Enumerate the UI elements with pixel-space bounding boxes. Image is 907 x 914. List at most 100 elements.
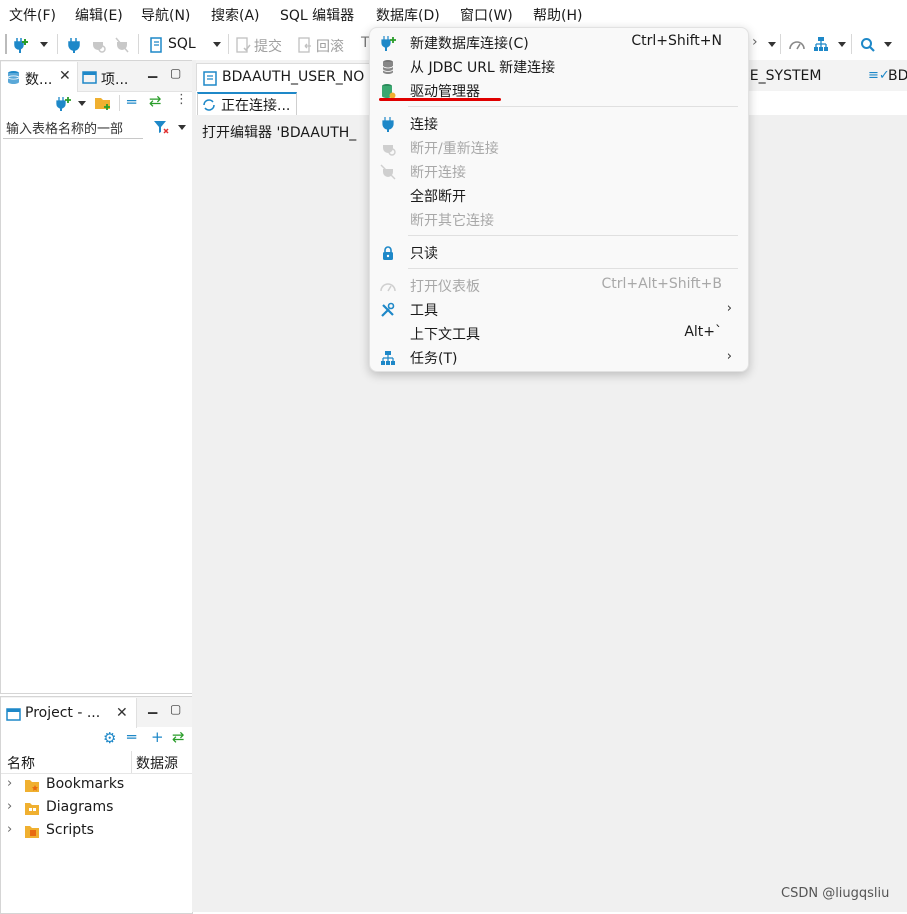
menu-item-open-dashboard[interactable]: 打开仪表板 Ctrl+Alt+Shift+B xyxy=(370,274,748,298)
disconnect-icon[interactable] xyxy=(114,36,130,54)
expand-chevron-icon[interactable]: › xyxy=(7,822,12,837)
collapse-all-icon[interactable]: ═ xyxy=(127,728,136,746)
plug-icon xyxy=(382,117,394,132)
sql-button[interactable]: SQL xyxy=(168,36,196,52)
tab-projects[interactable]: 项... xyxy=(101,69,128,89)
sync-icon xyxy=(203,99,215,111)
toolbar-overflow-icon[interactable]: › xyxy=(752,34,758,50)
new-connection-dropdown-icon[interactable] xyxy=(78,101,86,106)
menu-search[interactable]: 搜索(A) xyxy=(211,5,260,25)
rollback-icon[interactable] xyxy=(297,37,313,53)
tree-item-diagrams[interactable]: › Diagrams xyxy=(1,798,192,820)
submenu-arrow-icon: › xyxy=(726,349,732,364)
editor-tab-active[interactable]: BDAAUTH_USER_NO xyxy=(196,63,378,92)
menu-item-connect[interactable]: 连接 xyxy=(370,112,748,136)
filter-icon[interactable] xyxy=(153,119,169,135)
sql-dropdown-icon[interactable] xyxy=(213,42,221,47)
new-connection-dropdown-icon[interactable] xyxy=(40,42,48,47)
toolbar-grip xyxy=(5,34,7,54)
menu-item-label: 从 JDBC URL 新建连接 xyxy=(410,60,556,76)
menu-database[interactable]: 数据库(D) xyxy=(376,5,440,25)
subtab-connecting[interactable]: 正在连接... xyxy=(197,92,297,117)
menu-navigate[interactable]: 导航(N) xyxy=(141,5,190,25)
menu-help[interactable]: 帮助(H) xyxy=(533,5,582,25)
menu-window[interactable]: 窗口(W) xyxy=(460,5,513,25)
rollback-button[interactable]: 回滚 xyxy=(316,36,344,56)
new-connection-icon xyxy=(381,36,396,51)
database-navigator-panel: 数... ✕ 项... ▁ ▢ ═ ⇄ ⋮ 输入表格名称的一部 xyxy=(0,60,193,694)
project-icon xyxy=(6,708,21,721)
menu-item-label: 断开其它连接 xyxy=(410,213,494,229)
search-dropdown-icon[interactable] xyxy=(884,42,892,47)
column-name[interactable]: 名称 xyxy=(7,753,35,773)
menu-item-label: 只读 xyxy=(410,246,438,262)
menu-sql-editor[interactable]: SQL 编辑器 xyxy=(280,5,354,25)
menu-item-reconnect[interactable]: 断开/重新连接 xyxy=(370,136,748,160)
toolbar-dropdown-icon[interactable] xyxy=(768,42,776,47)
menu-item-label: 上下文工具 xyxy=(410,327,480,343)
search-icon[interactable] xyxy=(860,37,876,53)
settings-gear-icon[interactable]: ⚙ xyxy=(103,729,116,747)
dashboard-icon xyxy=(380,283,396,292)
column-datasource[interactable]: 数据源 xyxy=(136,753,178,773)
menu-item-label: 工具 xyxy=(410,303,438,319)
tree-item-label: Diagrams xyxy=(46,799,114,815)
tree-item-bookmarks[interactable]: › Bookmarks xyxy=(1,775,192,797)
new-folder-icon[interactable] xyxy=(94,95,112,111)
maximize-icon[interactable]: ▢ xyxy=(170,702,181,716)
sql-editor-icon[interactable] xyxy=(148,37,164,53)
close-icon[interactable]: ✕ xyxy=(116,705,128,721)
minimize-icon[interactable]: ▁ xyxy=(148,64,157,78)
collapse-all-icon[interactable]: ═ xyxy=(127,93,136,111)
reconnect-icon xyxy=(383,141,396,156)
menu-item-context-tools[interactable]: 上下文工具 Alt+` xyxy=(370,322,748,346)
commit-icon[interactable] xyxy=(235,37,251,53)
close-icon[interactable]: ✕ xyxy=(59,68,71,84)
menu-item-read-only[interactable]: 只读 xyxy=(370,241,748,265)
toolbar-separator xyxy=(57,34,58,54)
disconnect-icon xyxy=(380,164,396,180)
sash[interactable] xyxy=(192,60,196,912)
minimize-icon[interactable]: ▁ xyxy=(148,700,157,714)
menu-item-jdbc-url-connection[interactable]: 从 JDBC URL 新建连接 xyxy=(370,55,748,79)
menu-item-tasks[interactable]: 任务(T) › xyxy=(370,346,748,370)
expand-chevron-icon[interactable]: › xyxy=(7,776,12,791)
menu-item-new-connection[interactable]: 新建数据库连接(C) Ctrl+Shift+N xyxy=(370,31,748,55)
maximize-icon[interactable]: ▢ xyxy=(170,66,181,80)
expand-all-icon[interactable]: + xyxy=(151,728,164,746)
connect-icon[interactable] xyxy=(66,36,82,54)
new-connection-icon[interactable] xyxy=(12,36,30,54)
link-with-editor-icon[interactable]: ⇄ xyxy=(172,728,185,746)
commit-button[interactable]: 提交 xyxy=(254,36,282,56)
subtab-label: 正在连接... xyxy=(221,98,291,114)
database-stack-icon xyxy=(382,60,394,74)
link-with-editor-icon[interactable]: ⇄ xyxy=(149,92,162,110)
menu-item-disconnect[interactable]: 断开连接 xyxy=(370,160,748,184)
tasks-dropdown-icon[interactable] xyxy=(838,42,846,47)
submenu-arrow-icon: › xyxy=(726,301,732,316)
filter-dropdown-icon[interactable] xyxy=(178,125,186,130)
menu-item-label: 任务(T) xyxy=(410,351,458,367)
menu-separator xyxy=(408,268,738,269)
filter-field[interactable]: 输入表格名称的一部 xyxy=(3,116,143,139)
scripts-folder-icon xyxy=(25,826,39,838)
menu-edit[interactable]: 编辑(E) xyxy=(75,5,123,25)
menu-file[interactable]: 文件(F) xyxy=(9,5,56,25)
expand-chevron-icon[interactable]: › xyxy=(7,799,12,814)
menu-separator xyxy=(408,106,738,107)
dashboard-icon[interactable] xyxy=(788,36,806,52)
menu-item-shortcut: Ctrl+Alt+Shift+B xyxy=(601,276,722,292)
menu-item-label: 断开/重新连接 xyxy=(410,141,499,157)
tree-item-scripts[interactable]: › Scripts xyxy=(1,821,192,843)
column-divider[interactable] xyxy=(131,751,132,773)
reconnect-icon[interactable] xyxy=(90,36,106,54)
tasks-icon[interactable] xyxy=(813,36,829,52)
menu-item-disconnect-others[interactable]: 断开其它连接 xyxy=(370,208,748,232)
editor-tab-label: BDAAUTH_USER_NO xyxy=(222,69,365,85)
menu-item-disconnect-all[interactable]: 全部断开 xyxy=(370,184,748,208)
database-icon xyxy=(7,71,20,84)
toolbar-separator xyxy=(228,34,229,54)
view-menu-icon[interactable]: ⋮ xyxy=(175,92,188,107)
new-connection-icon[interactable] xyxy=(54,95,72,111)
menu-item-tools[interactable]: 工具 › xyxy=(370,298,748,322)
